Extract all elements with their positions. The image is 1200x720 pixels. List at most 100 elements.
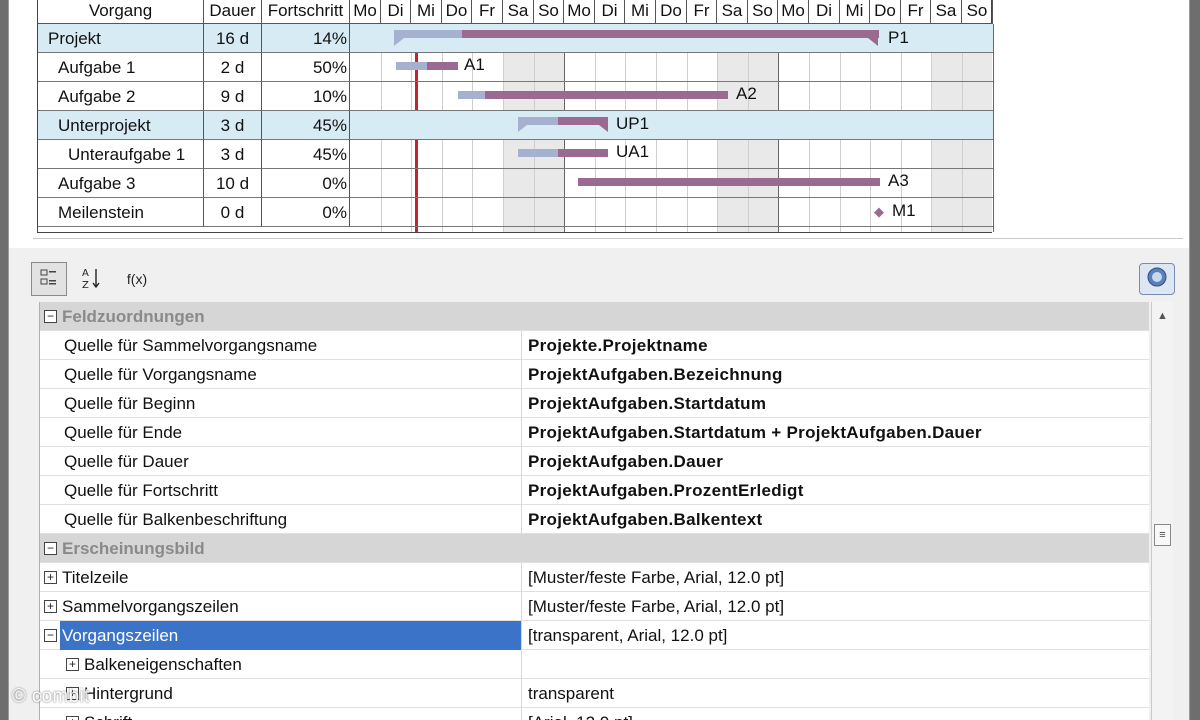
property-row[interactable]: + Schrift [Arial, 12.0 pt] [40,708,1149,720]
row-chart [350,111,993,140]
property-value[interactable]: ProjektAufgaben.Startdatum [524,389,1149,418]
day-header: Do [442,0,472,24]
property-grid: − Feldzuordnungen Quelle für Sammelvorga… [39,302,1149,720]
row-chart [350,140,993,169]
categorized-icon [39,268,59,291]
row-duration: 3 d [204,140,262,169]
bar-unteraufgabe-1[interactable] [518,149,608,157]
day-header: Do [870,0,901,24]
property-value[interactable]: ProjektAufgaben.ProzentErledigt [524,476,1149,505]
category-erscheinungsbild[interactable]: − Erscheinungsbild [40,534,1149,563]
category-feldzuordnungen[interactable]: − Feldzuordnungen [40,302,1149,331]
svg-text:A: A [82,268,89,279]
property-value[interactable]: Projekte.Projektname [524,331,1149,360]
property-name: Titelzeile [40,563,522,592]
row-name: Projekt [38,24,204,53]
property-row[interactable]: Quelle für Ende ProjektAufgaben.Startdat… [40,418,1149,447]
property-name: Balkeneigenschaften [40,650,522,679]
copyright-watermark: © combit [12,686,90,707]
help-icon [1146,266,1168,293]
gantt-preview-panel: Vorgang Dauer Fortschritt Mo Di Mi Do Fr Sa So… [8,0,1190,248]
day-header: Mi [625,0,656,24]
gantt-row[interactable]: Unteraufgabe 1 3 d 45% [38,140,993,169]
property-value[interactable]: [Arial, 12.0 pt] [524,708,1149,720]
scroll-up-icon[interactable]: ▲ [1157,310,1168,322]
property-row[interactable]: Quelle für Dauer ProjektAufgaben.Dauer [40,447,1149,476]
gantt-row[interactable]: Meilenstein 0 d 0% [38,198,993,227]
property-value[interactable]: [Muster/feste Farbe, Arial, 12.0 pt] [524,563,1149,592]
property-row[interactable]: + Sammelvorgangszeilen [Muster/feste Far… [40,592,1149,621]
property-row[interactable]: Quelle für Beginn ProjektAufgaben.Startd… [40,389,1149,418]
property-name: Quelle für Beginn [40,389,522,418]
property-row[interactable]: Quelle für Balkenbeschriftung ProjektAuf… [40,505,1149,534]
scroll-thumb[interactable]: ≡ [1154,524,1171,546]
gantt-row[interactable]: Aufgabe 1 2 d 50% [38,53,993,82]
bar-unterprojekt[interactable] [518,117,608,125]
bar-label: A1 [464,55,485,74]
day-header: Mi [840,0,870,24]
day-header: So [962,0,993,24]
bar-label: A2 [736,84,757,103]
property-value[interactable]: ProjektAufgaben.Dauer [524,447,1149,476]
property-row[interactable]: Quelle für Fortschritt ProjektAufgaben.P… [40,476,1149,505]
row-name: Aufgabe 1 [38,53,204,82]
row-name: Unteraufgabe 1 [38,140,204,169]
property-name: Vorgangszeilen [40,621,522,650]
row-progress: 0% [262,198,350,227]
bar-aufgabe-3[interactable] [578,178,880,186]
bar-label: P1 [888,28,909,47]
collapse-icon[interactable]: − [44,310,57,323]
gantt-row[interactable]: Unterprojekt 3 d 45% [38,111,993,140]
bar-aufgabe-2[interactable] [458,91,728,99]
formula-button[interactable]: f(x) [117,262,157,296]
vertical-scrollbar[interactable]: ▲ ≡ [1151,302,1173,720]
collapse-icon[interactable]: − [44,542,57,555]
row-duration: 16 d [204,24,262,53]
property-value[interactable]: ProjektAufgaben.Balkentext [524,505,1149,534]
bar-projekt[interactable] [394,30,879,38]
milestone-diamond-icon[interactable]: ◆ [874,204,884,220]
divider [33,238,1183,239]
property-row[interactable]: Quelle für Sammelvorgangsname Projekte.P… [40,331,1149,360]
day-header: Di [595,0,625,24]
property-row[interactable]: + Titelzeile [Muster/feste Farbe, Arial,… [40,563,1149,592]
row-progress: 45% [262,140,350,169]
property-row[interactable]: Quelle für Vorgangsname ProjektAufgaben.… [40,360,1149,389]
property-value[interactable]: ProjektAufgaben.Bezeichnung [524,360,1149,389]
day-header: Fr [472,0,503,24]
bar-aufgabe-1[interactable] [396,62,458,70]
property-value[interactable]: [Muster/feste Farbe, Arial, 12.0 pt] [524,592,1149,621]
summary-cap-right [868,38,878,46]
day-header: So [748,0,778,24]
property-name: Quelle für Balkenbeschriftung [40,505,522,534]
row-duration: 2 d [204,53,262,82]
header-fortschritt: Fortschritt [262,0,350,24]
row-name: Aufgabe 2 [38,82,204,111]
bar-label: M1 [892,201,916,220]
property-name: Quelle für Fortschritt [40,476,522,505]
day-header: Sa [717,0,748,24]
alphabetical-sort-button[interactable]: AZ [77,262,107,296]
row-progress: 14% [262,24,350,53]
categorized-view-button[interactable] [31,262,67,296]
property-value[interactable]: ProjektAufgaben.Startdatum + ProjektAufg… [524,418,1149,447]
row-name: Aufgabe 3 [38,169,204,198]
grid-line [993,24,994,232]
property-row[interactable]: + Hintergrund transparent [40,679,1149,708]
header-dauer: Dauer [204,0,262,24]
day-header: Di [381,0,411,24]
property-name: Schrift [40,708,522,720]
row-progress: 45% [262,111,350,140]
property-row[interactable]: + Balkeneigenschaften [40,650,1149,679]
property-value[interactable]: [transparent, Arial, 12.0 pt] [524,621,1149,650]
help-button[interactable] [1139,263,1175,295]
property-toolbar: AZ f(x) [31,262,1181,298]
row-progress: 50% [262,53,350,82]
summary-cap-right [599,125,608,132]
property-value[interactable] [524,650,1149,679]
gantt-row[interactable]: Projekt 16 d 14% [38,24,993,53]
property-value[interactable]: transparent [524,679,1149,708]
header-vorgang: Vorgang [38,0,204,24]
property-row-selected[interactable]: − Vorgangszeilen [transparent, Arial, 12… [40,621,1149,650]
property-name: Quelle für Vorgangsname [40,360,522,389]
